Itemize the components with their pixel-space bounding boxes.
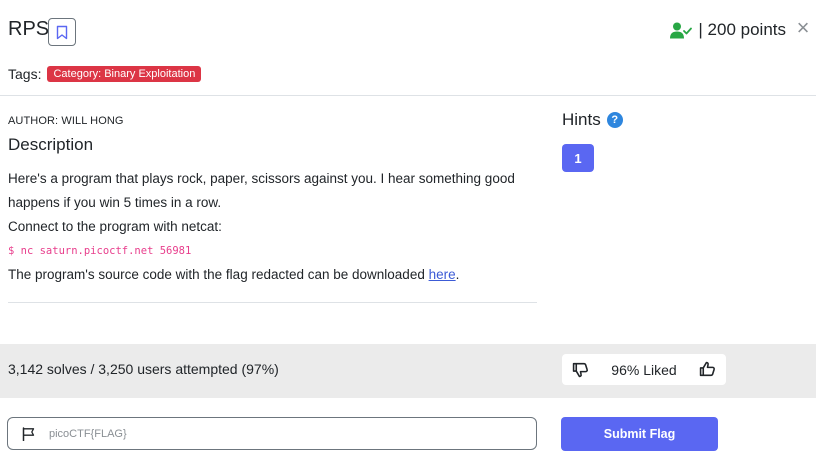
- description-paragraph: The program's source code with the flag …: [8, 263, 538, 287]
- close-button[interactable]: ×: [793, 16, 813, 40]
- thumbs-down-icon[interactable]: [572, 361, 589, 378]
- download-text: The program's source code with the flag …: [8, 267, 429, 282]
- download-link[interactable]: here: [429, 267, 456, 282]
- description-paragraph: Connect to the program with netcat:: [8, 219, 222, 234]
- flag-icon: [22, 426, 35, 441]
- description-paragraph: Here's a program that plays rock, paper,…: [8, 171, 515, 210]
- challenge-header: RPS | 200 points × Tags: Category: Binar…: [0, 0, 816, 96]
- close-icon: ×: [796, 15, 810, 40]
- flag-input-wrapper[interactable]: [7, 417, 537, 450]
- netcat-command: $ nc saturn.picoctf.net 56981: [8, 245, 192, 257]
- points-display: | 200 points: [670, 20, 786, 40]
- bookmark-icon: [56, 25, 68, 39]
- submit-flag-button[interactable]: Submit Flag: [561, 417, 718, 451]
- liked-percentage: 96% Liked: [611, 361, 677, 378]
- solves-text: 3,142 solves / 3,250 users attempted (97…: [8, 361, 279, 377]
- author-label: AUTHOR: WILL HONG: [8, 115, 124, 127]
- points-text: | 200 points: [698, 20, 786, 39]
- hint-button-1[interactable]: 1: [562, 144, 594, 172]
- user-check-icon: [670, 22, 693, 38]
- like-box: 96% Liked: [562, 354, 726, 385]
- flag-input[interactable]: [49, 427, 509, 440]
- description-heading: Description: [8, 135, 94, 154]
- tags-label: Tags:: [8, 66, 42, 82]
- bookmark-button[interactable]: [48, 18, 76, 46]
- tags-row: Tags: Category: Binary Exploitation: [8, 66, 202, 82]
- description-divider: [8, 302, 537, 303]
- description-body: Here's a program that plays rock, paper,…: [8, 167, 538, 287]
- stats-bar: 3,142 solves / 3,250 users attempted (97…: [0, 344, 816, 398]
- download-text-end: .: [455, 267, 460, 282]
- category-badge: Category: Binary Exploitation: [47, 66, 202, 82]
- challenge-title: RPS: [8, 18, 50, 40]
- hints-label: Hints: [562, 110, 601, 129]
- thumbs-up-icon[interactable]: [699, 361, 716, 378]
- help-circle-icon[interactable]: ?: [606, 112, 623, 128]
- hints-title: Hints ?: [562, 110, 623, 130]
